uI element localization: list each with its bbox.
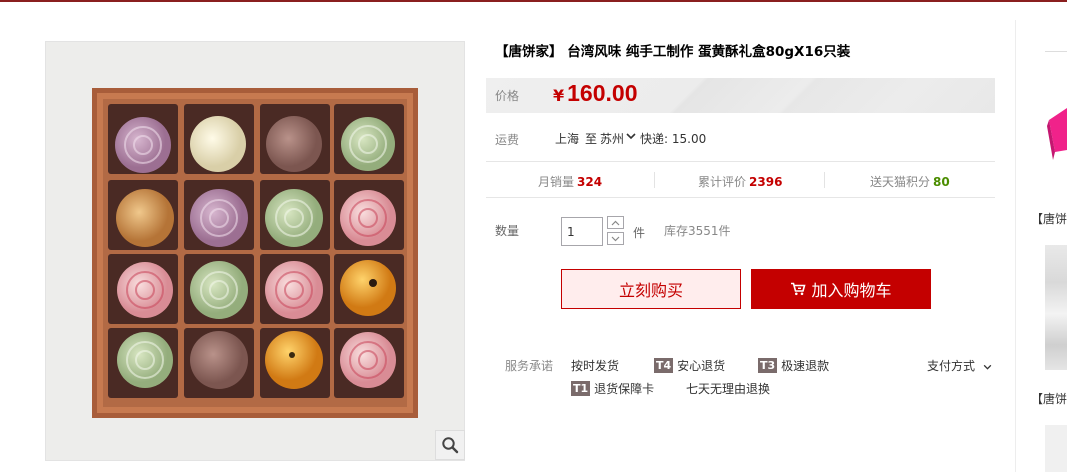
divider (1045, 51, 1067, 52)
quantity-decrease-button[interactable] (607, 232, 624, 245)
divider (486, 197, 995, 198)
service-text: 安心退货 (677, 359, 726, 373)
service-tag: T4 (654, 358, 674, 373)
service-text: 退货保障卡 (594, 382, 655, 396)
ship-to-word: 至 (585, 132, 598, 146)
price-value: 160.00 (567, 80, 638, 106)
divider (654, 172, 655, 188)
price: ¥ 160.00 (553, 80, 638, 107)
service-text: 七天无理由退换 (686, 382, 771, 396)
recommended-product-image[interactable] (1045, 425, 1067, 472)
payment-methods-label: 支付方式 (927, 359, 976, 373)
add-to-cart-button[interactable]: 加入购物车 (751, 269, 931, 309)
service-text: 极速退款 (781, 359, 830, 373)
monthly-sales: 月销量 324 (538, 173, 602, 190)
service-tag: T3 (758, 358, 778, 373)
recommended-product-caption[interactable]: 【唐饼家 (1031, 390, 1067, 407)
service-item[interactable]: T3 极速退款 (758, 357, 829, 374)
divider (486, 161, 995, 162)
reward-points-label: 送天猫积分 (870, 175, 931, 189)
product-image[interactable] (45, 41, 465, 461)
top-border (0, 0, 1067, 2)
payment-methods-dropdown[interactable]: 支付方式 (927, 357, 993, 374)
quantity-label: 数量 (495, 224, 520, 238)
destination-select[interactable]: 苏州 (600, 130, 624, 147)
reward-points: 送天猫积分 80 (870, 173, 950, 190)
review-count-value: 2396 (749, 175, 783, 189)
quantity-input[interactable] (561, 217, 603, 246)
buy-now-button[interactable]: 立刻购买 (561, 269, 741, 309)
chevron-down-icon[interactable] (625, 130, 637, 145)
recommended-product-caption[interactable]: 【唐饼家 (1031, 210, 1067, 227)
shipping-fee: 快递: 15.00 (640, 132, 707, 146)
chevron-down-icon (983, 364, 992, 370)
reward-points-value: 80 (933, 175, 950, 189)
stock-count: 库存3551件 (664, 224, 731, 238)
caret-up-icon (611, 220, 620, 225)
service-item[interactable]: T1 退货保障卡 (571, 380, 654, 397)
divider (824, 172, 825, 188)
currency-symbol: ¥ (553, 86, 565, 105)
product-title: 【唐饼家】 台湾风味 纯手工制作 蛋黄酥礼盒80gX16只装 (495, 44, 851, 60)
caret-down-icon (611, 236, 620, 241)
recommended-product-image[interactable] (1045, 245, 1067, 370)
price-label: 价格 (495, 89, 520, 103)
mooncake-gift-box-image (46, 42, 464, 460)
ship-from: 上海 (555, 132, 580, 146)
zoom-button[interactable] (435, 430, 465, 460)
shipping-label: 运费 (495, 133, 520, 147)
quantity-increase-button[interactable] (607, 216, 624, 229)
monthly-sales-value: 324 (577, 175, 603, 189)
magnifier-icon (442, 437, 459, 454)
service-item[interactable]: T4 安心退货 (654, 357, 725, 374)
service-text: 按时发货 (571, 359, 620, 373)
service-item[interactable]: 按时发货 (571, 357, 619, 374)
service-item[interactable]: 七天无理由退换 (686, 380, 770, 397)
monthly-sales-label: 月销量 (538, 175, 575, 189)
column-divider (1015, 20, 1016, 472)
quantity-unit: 件 (633, 226, 646, 240)
review-count-label: 累计评价 (698, 175, 747, 189)
service-tag: T1 (571, 381, 591, 396)
review-count[interactable]: 累计评价 2396 (698, 173, 782, 190)
cart-icon (790, 282, 807, 296)
recommended-product-image[interactable] (1045, 80, 1067, 200)
service-promise-label: 服务承诺 (505, 359, 554, 373)
add-to-cart-label: 加入购物车 (811, 281, 892, 300)
